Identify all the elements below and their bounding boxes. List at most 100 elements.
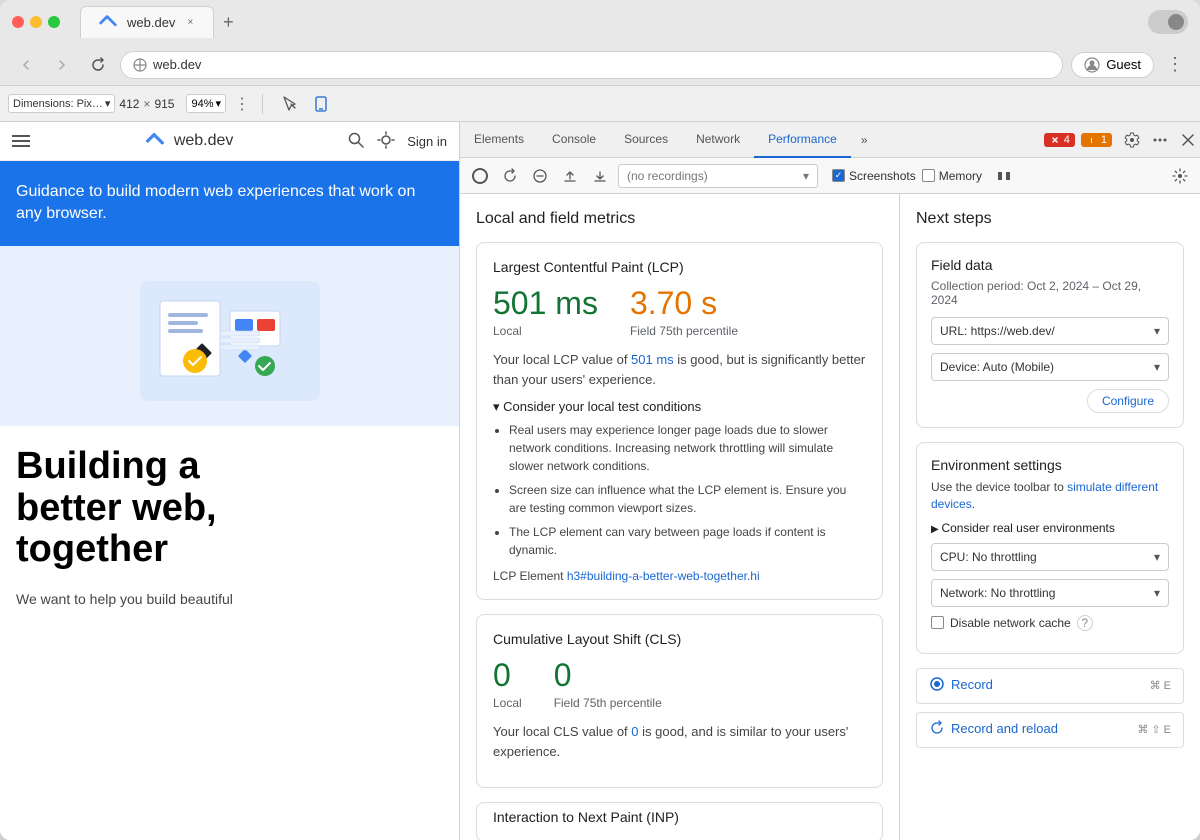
- disable-cache-checkbox[interactable]: [931, 616, 944, 629]
- devtools-close-button[interactable]: [1176, 128, 1200, 152]
- screenshots-section: ✓ Screenshots: [832, 169, 916, 183]
- cls-values: 0 Local 0 Field 75th percentile: [493, 657, 866, 710]
- lcp-element-link[interactable]: h3#building-a-better-web-together.hi: [567, 569, 760, 583]
- memory-section: Memory: [922, 169, 982, 183]
- error-badge: 4: [1044, 133, 1075, 147]
- lcp-field-label: Field 75th percentile: [630, 324, 738, 338]
- address-bar[interactable]: web.dev: [120, 51, 1063, 79]
- memory-checkbox[interactable]: [922, 169, 935, 182]
- svg-text:!: !: [1090, 138, 1092, 145]
- recording-settings-button[interactable]: [1168, 164, 1192, 188]
- devtools-settings-button[interactable]: [1120, 128, 1144, 152]
- env-settings-card: Environment settings Use the device tool…: [916, 442, 1184, 654]
- web-hamburger[interactable]: [12, 134, 30, 148]
- inspect-element-icon[interactable]: [279, 92, 303, 116]
- minimize-traffic-light[interactable]: [30, 16, 42, 28]
- lcp-local-value: 501 ms: [493, 285, 598, 322]
- toolbar-more-button[interactable]: ⋮: [230, 92, 254, 116]
- disable-cache-label: Disable network cache: [950, 616, 1071, 630]
- address-icon: [133, 58, 147, 72]
- cls-card: Cumulative Layout Shift (CLS) 0 Local 0 …: [476, 614, 883, 788]
- web-hero-text: Guidance to build modern web experiences…: [16, 181, 443, 226]
- web-theme-icon[interactable]: [377, 131, 395, 152]
- url-text: web.dev: [153, 57, 201, 72]
- tab-performance[interactable]: Performance: [754, 122, 851, 158]
- tab-more-button[interactable]: »: [851, 122, 878, 158]
- lcp-considerations-title[interactable]: Consider your local test conditions: [493, 399, 866, 415]
- dimension-height: 915: [154, 97, 174, 111]
- disable-cache-section: Disable network cache ?: [931, 615, 1169, 631]
- url-dropdown-arrow: ▾: [1154, 324, 1160, 338]
- rec-toolbar-icon[interactable]: [992, 164, 1016, 188]
- close-traffic-light[interactable]: [12, 16, 24, 28]
- web-subtext: We want to help you build beautiful: [0, 591, 459, 607]
- network-dropdown[interactable]: Network: No throttling ▾: [931, 579, 1169, 607]
- cls-description: Your local CLS value of 0 is good, and i…: [493, 722, 866, 761]
- dt-main-content: Local and field metrics Largest Contentf…: [460, 194, 1200, 840]
- simulate-devices-link[interactable]: simulate different devices: [931, 480, 1158, 511]
- recordings-dropdown[interactable]: (no recordings) ▾: [618, 164, 818, 188]
- lcp-values: 501 ms Local 3.70 s Field 75th percentil…: [493, 285, 866, 338]
- cls-title: Cumulative Layout Shift (CLS): [493, 631, 866, 647]
- content-area: web.dev Sign in Guidance to build modern…: [0, 122, 1200, 840]
- web-illustration: [0, 246, 459, 426]
- record-shortcut: ⌘ E: [1150, 679, 1171, 692]
- record-button-content: Record: [929, 676, 993, 695]
- lcp-field-value: 3.70 s: [630, 285, 738, 322]
- device-toolbar-icon[interactable]: [309, 92, 333, 116]
- next-steps-panel: Next steps Field data Collection period:…: [900, 194, 1200, 840]
- record-icon: [929, 676, 945, 692]
- consider-env-toggle[interactable]: Consider real user environments: [931, 521, 1169, 535]
- devtools-badges: 4 ! 1: [1044, 133, 1112, 147]
- tab-console[interactable]: Console: [538, 122, 610, 158]
- record-reload-button[interactable]: Record and reload ⌘ ⇧ E: [916, 712, 1184, 748]
- memory-label: Memory: [939, 169, 982, 183]
- env-settings-title: Environment settings: [931, 457, 1169, 473]
- lcp-card: Largest Contentful Paint (LCP) 501 ms Lo…: [476, 242, 883, 600]
- web-search-icon[interactable]: [347, 131, 365, 152]
- disable-cache-help-icon[interactable]: ?: [1077, 615, 1093, 631]
- tab-elements[interactable]: Elements: [460, 122, 538, 158]
- devtools-dimension-toolbar: Dimensions: Pix… ▾ 412 × 915 94% ▾ ⋮: [0, 86, 1200, 122]
- back-button[interactable]: [12, 51, 40, 79]
- warning-icon: !: [1086, 134, 1098, 146]
- inp-title: Interaction to Next Paint (INP): [493, 809, 679, 825]
- next-steps-title: Next steps: [916, 210, 1184, 228]
- browser-tab[interactable]: web.dev ×: [80, 6, 214, 38]
- refresh-button[interactable]: [84, 51, 112, 79]
- url-dropdown[interactable]: URL: https://web.dev/ ▾: [931, 317, 1169, 345]
- cls-field-group: 0 Field 75th percentile: [554, 657, 662, 710]
- tab-network[interactable]: Network: [682, 122, 754, 158]
- new-tab-button[interactable]: +: [214, 8, 242, 36]
- download-button[interactable]: [588, 164, 612, 188]
- tab-favicon: [97, 12, 119, 34]
- upload-button[interactable]: [558, 164, 582, 188]
- scroll-indicator: [1168, 14, 1184, 30]
- dimension-preset-dropdown[interactable]: Dimensions: Pix… ▾: [8, 94, 115, 113]
- cls-local-value: 0: [493, 657, 522, 694]
- configure-button[interactable]: Configure: [1087, 389, 1169, 413]
- no-recordings-text: (no recordings): [627, 169, 708, 183]
- tab-title: web.dev: [127, 15, 175, 30]
- screenshots-checkbox[interactable]: ✓: [832, 169, 845, 182]
- devtools-more-button[interactable]: [1148, 128, 1172, 152]
- guest-profile-button[interactable]: Guest: [1071, 52, 1154, 78]
- tab-sources[interactable]: Sources: [610, 122, 682, 158]
- warning-badge: ! 1: [1081, 133, 1112, 147]
- network-dropdown-arrow: ▾: [1154, 586, 1160, 600]
- maximize-traffic-light[interactable]: [48, 16, 60, 28]
- clear-button[interactable]: [528, 164, 552, 188]
- record-dot-button[interactable]: [468, 164, 492, 188]
- lcp-field-group: 3.70 s Field 75th percentile: [630, 285, 738, 338]
- metrics-title: Local and field metrics: [476, 210, 883, 228]
- forward-button[interactable]: [48, 51, 76, 79]
- lcp-bullet-2: Screen size can influence what the LCP e…: [509, 481, 866, 517]
- record-button[interactable]: Record ⌘ E: [916, 668, 1184, 704]
- zoom-dropdown[interactable]: 94% ▾: [186, 94, 226, 113]
- reload-record-button[interactable]: [498, 164, 522, 188]
- web-signin-link[interactable]: Sign in: [407, 134, 447, 149]
- browser-menu-button[interactable]: ⋮: [1162, 50, 1188, 79]
- tab-close-button[interactable]: ×: [183, 16, 197, 30]
- device-dropdown[interactable]: Device: Auto (Mobile) ▾: [931, 353, 1169, 381]
- cpu-dropdown[interactable]: CPU: No throttling ▾: [931, 543, 1169, 571]
